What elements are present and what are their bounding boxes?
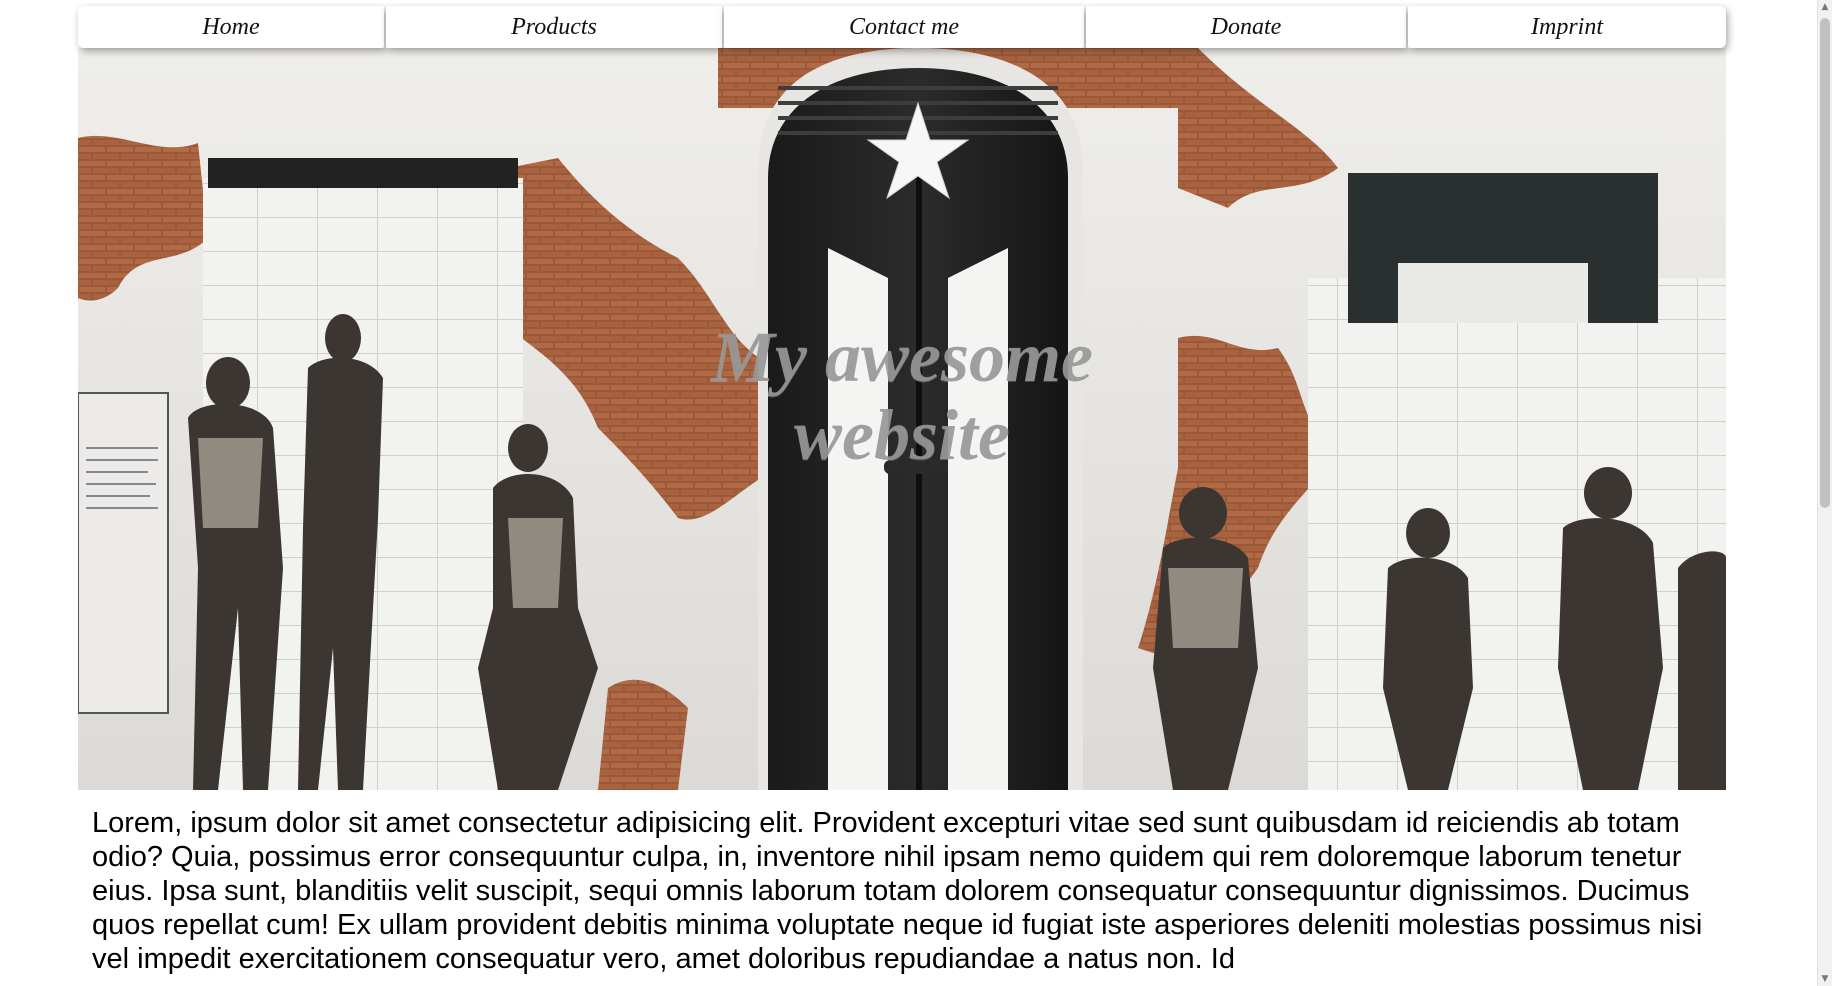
nav-home[interactable]: Home (78, 6, 384, 48)
nav-imprint[interactable]: Imprint (1408, 6, 1726, 48)
nav-contact-me[interactable]: Contact me (724, 6, 1084, 48)
hero-section: My awesome website (78, 48, 1726, 790)
nav-products[interactable]: Products (386, 6, 722, 48)
vertical-scrollbar[interactable]: ▲ ▼ (1817, 0, 1832, 986)
nav-donate[interactable]: Donate (1086, 6, 1406, 48)
scroll-down-icon[interactable]: ▼ (1818, 972, 1832, 986)
scroll-up-icon[interactable]: ▲ (1818, 0, 1832, 14)
top-navigation: Home Products Contact me Donate Imprint (78, 6, 1726, 48)
street-art-wall-image (78, 48, 1726, 790)
page: Home Products Contact me Donate Imprint (0, 0, 1832, 986)
scrollbar-thumb[interactable] (1820, 18, 1830, 508)
lorem-paragraph: Lorem, ipsum dolor sit amet consectetur … (92, 807, 1703, 975)
main-content: Lorem, ipsum dolor sit amet consectetur … (92, 806, 1712, 986)
